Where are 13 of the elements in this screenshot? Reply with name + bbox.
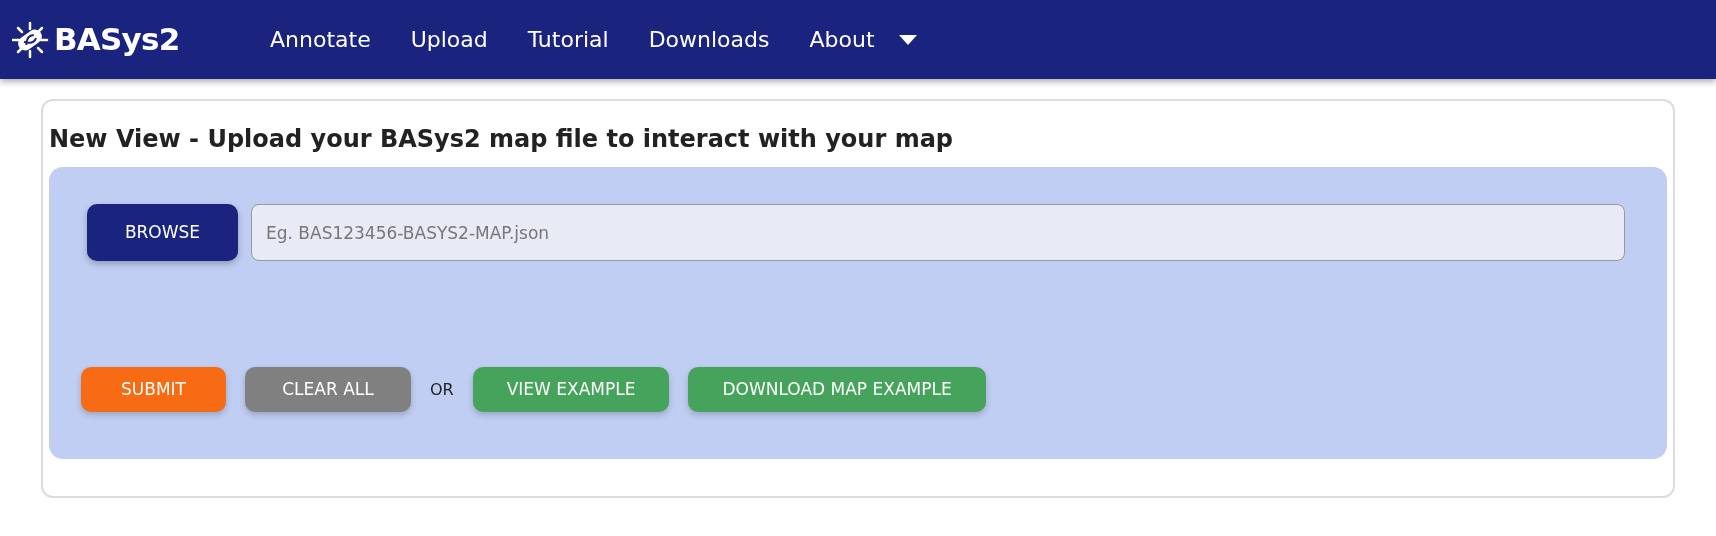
logo-text: BASys2 — [54, 20, 180, 60]
dropdown-caret-icon[interactable] — [898, 34, 917, 45]
or-label: OR — [430, 378, 454, 401]
card-title: New View - Upload your BASys2 map file to interact with your map — [49, 124, 954, 155]
file-name-field[interactable]: Eg. BAS123456-BASYS2-MAP.json — [251, 204, 1625, 261]
browse-button[interactable]: BROWSE — [87, 204, 238, 261]
nav-link[interactable]: About — [809, 23, 875, 56]
nav-link[interactable]: Tutorial — [527, 23, 609, 56]
nav-link[interactable]: Annotate — [270, 23, 371, 56]
nav-link[interactable]: Upload — [410, 23, 488, 56]
clear-all-button[interactable]: CLEAR ALL — [245, 367, 411, 412]
bacterium-logo-icon — [10, 19, 50, 60]
nav-link[interactable]: Downloads — [648, 23, 770, 56]
